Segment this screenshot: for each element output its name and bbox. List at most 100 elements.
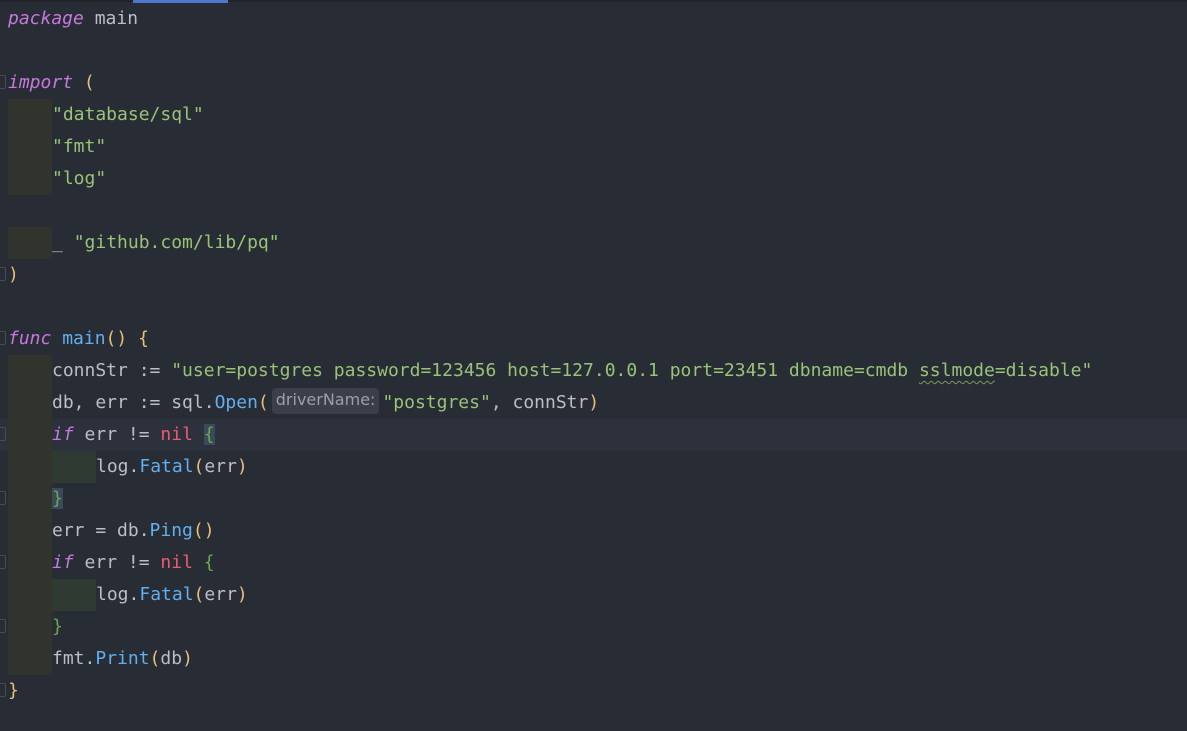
line-content: import ( (8, 67, 95, 99)
brace: { (127, 328, 149, 349)
identifier: main (83, 8, 139, 29)
code-line[interactable]: import ( (0, 67, 1187, 99)
code-line[interactable]: db, err := sql.Open(driverName: "postgres… (0, 387, 1187, 419)
fold-icon[interactable] (0, 75, 6, 89)
line-content: db, err := sql.Open(driverName: "postgres… (8, 387, 599, 419)
code-line[interactable]: func main() { (0, 323, 1187, 355)
indent-guide (8, 99, 52, 131)
code-line[interactable]: ) (0, 259, 1187, 291)
line-content: "log" (8, 163, 106, 195)
fold-icon[interactable] (0, 331, 6, 345)
expression: err = db. (52, 520, 150, 541)
code-line[interactable]: } (0, 611, 1187, 643)
code-line[interactable]: "log" (0, 163, 1187, 195)
indent-guide (52, 579, 96, 611)
indent-guide (8, 451, 52, 483)
paren: ( (73, 72, 95, 93)
line-content: log.Fatal(err) (8, 451, 248, 483)
code-line[interactable]: fmt.Print(db) (0, 643, 1187, 675)
argument: , connStr (490, 392, 589, 413)
code-line[interactable]: log.Fatal(err) (0, 579, 1187, 611)
matched-brace: } (52, 488, 63, 509)
indent-guide (8, 163, 52, 195)
code-line[interactable] (0, 291, 1187, 323)
code-line[interactable]: log.Fatal(err) (0, 451, 1187, 483)
line-content: ) (8, 259, 19, 291)
paren: ) (182, 648, 193, 669)
expression: log. (96, 584, 140, 605)
indent-guide (8, 131, 52, 163)
expression: err != (73, 424, 161, 445)
indent-guide (8, 547, 52, 579)
code-editor[interactable]: package main import ( "database/sql" "fm… (0, 0, 1187, 731)
expression: db, err := sql. (52, 392, 215, 413)
function-name: Open (214, 392, 258, 413)
function-name: main (51, 328, 106, 349)
brace: { (192, 552, 215, 573)
line-content: } (8, 483, 63, 515)
indent-guide (8, 355, 52, 387)
nil-literal: nil (160, 552, 193, 573)
fold-icon[interactable] (0, 683, 6, 697)
string-literal: "log" (52, 168, 107, 189)
keyword: package (8, 8, 84, 29)
variable: connStr := (52, 360, 172, 381)
expression: err != (73, 552, 161, 573)
function-name: Print (95, 648, 150, 669)
paren: ) (236, 584, 248, 605)
line-content: connStr := "user=postgres password=12345… (8, 355, 1092, 387)
keyword: if (52, 552, 74, 573)
paren: () (192, 520, 215, 541)
fold-icon[interactable] (0, 267, 6, 281)
line-content: log.Fatal(err) (8, 579, 248, 611)
blank-identifier: _ (52, 232, 74, 253)
code-line[interactable]: _ "github.com/lib/pq" (0, 227, 1187, 259)
function-name: Fatal (139, 456, 194, 477)
line-content: if err != nil { (8, 547, 215, 579)
indent-guide (8, 643, 52, 675)
indent-guide (8, 579, 52, 611)
fold-icon[interactable] (0, 491, 6, 505)
code-line[interactable]: err = db.Ping() (0, 515, 1187, 547)
code-line[interactable]: "database/sql" (0, 99, 1187, 131)
indent-guide (52, 451, 96, 483)
line-content: if err != nil { (8, 419, 215, 451)
argument: db (160, 648, 183, 669)
indent-guide (8, 419, 52, 451)
code-line[interactable]: package main (0, 3, 1187, 35)
fold-icon[interactable] (0, 427, 6, 441)
line-content: err = db.Ping() (8, 515, 215, 547)
line-content: } (8, 611, 63, 643)
indent-guide (8, 611, 52, 643)
brace: } (52, 616, 63, 637)
paren: () (105, 328, 128, 349)
code-line[interactable]: if err != nil { (0, 547, 1187, 579)
string-literal: "user=postgres password=123456 host=127.… (171, 360, 919, 381)
expression: fmt. (52, 648, 96, 669)
string-literal: "github.com/lib/pq" (73, 232, 280, 253)
line-content: func main() { (8, 323, 149, 355)
paren: ) (8, 264, 19, 285)
code-line[interactable] (0, 195, 1187, 227)
code-line[interactable]: connStr := "user=postgres password=12345… (0, 355, 1187, 387)
code-lines[interactable]: package main import ( "database/sql" "fm… (0, 3, 1187, 707)
brace: } (8, 680, 19, 701)
line-content: _ "github.com/lib/pq" (8, 227, 280, 259)
function-name: Ping (149, 520, 193, 541)
typo-warning[interactable]: sslmode (919, 360, 995, 381)
parameter-hint: driverName: (271, 388, 380, 414)
keyword: if (52, 424, 74, 445)
indent-guide (8, 227, 52, 259)
code-line[interactable]: "fmt" (0, 131, 1187, 163)
string-literal: =disable" (994, 360, 1093, 381)
indent-guide (8, 483, 52, 515)
paren: ( (193, 584, 205, 605)
code-line[interactable]: } (0, 675, 1187, 707)
code-line[interactable] (0, 35, 1187, 67)
fold-icon[interactable] (0, 619, 6, 633)
argument: err (204, 584, 237, 605)
code-line[interactable]: } (0, 483, 1187, 515)
fold-icon[interactable] (0, 555, 6, 569)
current-code-line[interactable]: if err != nil { (0, 419, 1187, 451)
